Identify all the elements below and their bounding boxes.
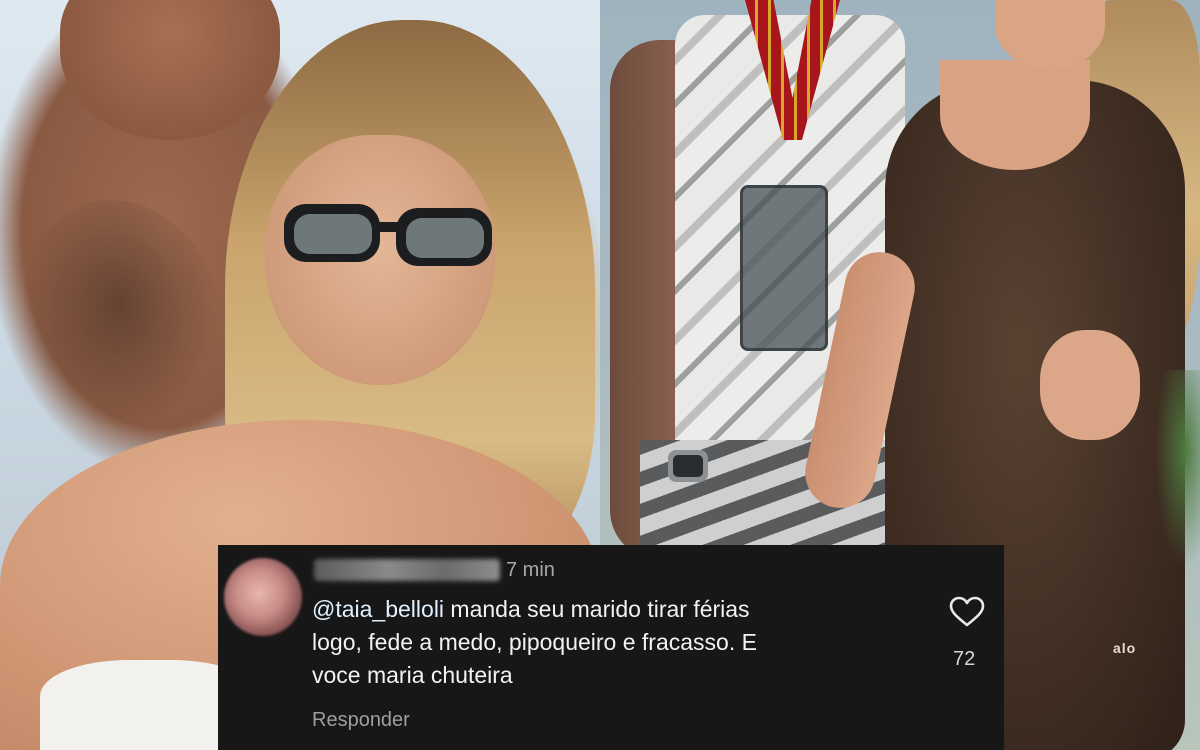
comment-card: 7 min @taia_belloli manda seu marido tir… <box>218 545 1004 750</box>
comment-text-line2: logo, fede a medo, pipoqueiro e fracasso… <box>312 629 757 655</box>
like-count: 72 <box>953 648 976 670</box>
smartwatch-icon <box>668 450 708 482</box>
mention-link[interactable]: @taia_belloli <box>312 596 444 622</box>
heart-outline-icon[interactable] <box>949 596 985 628</box>
comment-text-line3: voce maria chuteira <box>312 662 513 688</box>
woman-chest <box>940 60 1090 170</box>
sunglasses <box>284 204 492 266</box>
comment-text-line1: manda seu marido tirar férias <box>444 596 750 622</box>
phone-lanyard-case <box>740 185 828 351</box>
reply-button[interactable]: Responder <box>312 709 410 732</box>
woman-hand <box>1040 330 1140 440</box>
brand-logo: alo <box>1113 640 1137 656</box>
comment-text: @taia_belloli manda seu marido tirar fér… <box>312 593 912 692</box>
chest-tattoo <box>20 200 220 430</box>
plant <box>1155 370 1200 570</box>
avatar[interactable] <box>224 558 302 636</box>
comment-timestamp: 7 min <box>506 559 555 581</box>
blurred-username[interactable] <box>314 559 500 581</box>
man-head <box>60 0 280 140</box>
